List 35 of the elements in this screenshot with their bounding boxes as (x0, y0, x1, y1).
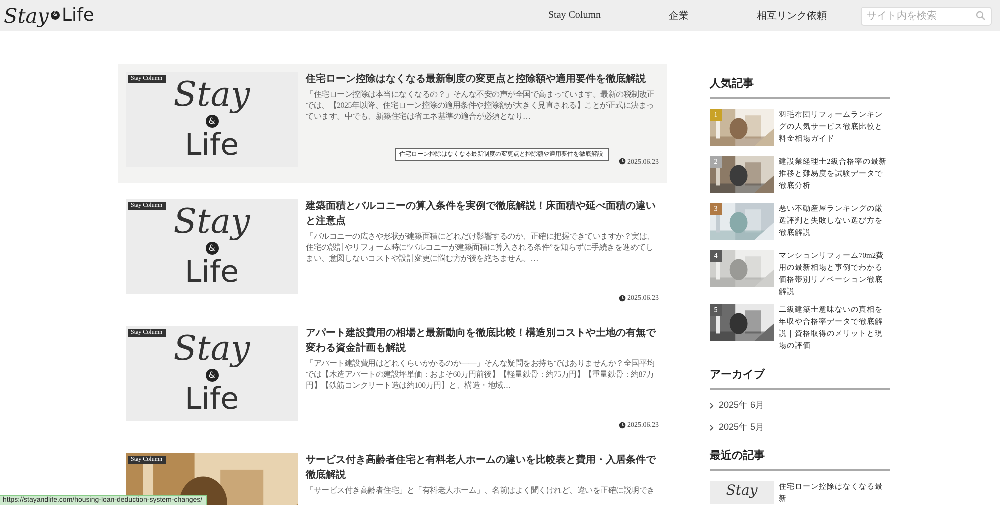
logo-ampersand: & (206, 242, 218, 255)
article-title[interactable]: サービス付き高齢者住宅と有料老人ホームの違いを比較表と費用・入居条件で徹底解説 (306, 453, 659, 483)
clock-icon (618, 422, 626, 428)
logo-text: Life (184, 385, 240, 415)
article-title[interactable]: アパート建設費用の相場と最新動向を徹底比較！構造別コストや土地の有無で変わる資金計画も解説 (306, 326, 659, 356)
thumbnail[interactable]: Stay (710, 481, 774, 504)
logo-text: Life (184, 258, 240, 288)
logo-text: Stay (174, 332, 250, 366)
article-excerpt: 「バルコニーの広さや形状が建築面積にどれだけ影響するのか、正確に把握できていますか？実は、住宅の設計やリフォーム時に“バルコニーが建築面積に算入される条件”を知らずに手続きを進めてしまい、意図しないコストや設計変更に悩む方が後を絶ちません。… (306, 231, 656, 264)
section-heading: アーカイブ (710, 367, 890, 390)
logo-text[interactable]: Life (62, 6, 94, 24)
article-excerpt: 「住宅ローン控除は本当になくなるの？」そんな不安の声が全国で高まっています。最新の税制改正では、【2025年以降、住宅ローン控除の適用条件や控除額が大きく見直される】ことが正式に決まっています。中でも、新築住宅は省エネ基準の適合が必須となり… (306, 89, 656, 122)
logo-text: Stay (174, 78, 250, 112)
section-heading: 最近の記事 (710, 448, 890, 471)
article-excerpt: 「アパート建設費用はどれくらいかかるのか――」そんな疑問をお持ちではありませんか？全国平均では【木造アパートの建設坪単価：およそ60万円前後】【軽量鉄骨：約75万円】【重量鉄骨：約87万円】【鉄筋コンクリート造は約100万円】と、構造・地域… (306, 358, 656, 391)
nav-link[interactable]: 相互リンク依頼 (723, 8, 861, 22)
nav-link[interactable]: 企業 (635, 8, 723, 22)
logo-text: Stay (174, 205, 250, 239)
article-card[interactable] (118, 64, 667, 183)
article-excerpt: 「サービス付き高齢者住宅」と「有料老人ホーム」、名前はよく聞くけれど、違いを正確に説明でき (306, 485, 656, 496)
logo-ampersand: & (206, 115, 218, 128)
archive-link[interactable]: 2025年 5月 (719, 421, 765, 434)
clock-icon (618, 158, 626, 165)
section-heading: 人気記事 (710, 76, 890, 99)
clock-icon (618, 294, 626, 302)
logo-text[interactable]: Stay (4, 6, 49, 26)
logo-ampersand: & (206, 369, 218, 382)
logo-text: Life (184, 131, 240, 161)
search-field[interactable]: サイト内を検索 (861, 7, 992, 26)
article-title[interactable]: 建築面積とバルコニーの算入条件を実例で徹底解説！床面積や延べ面積の違いと注意点 (306, 199, 659, 229)
article-title[interactable]: 住宅ローン控除はなくなる最新制度の変更点と控除額や適用要件を徹底解説 (306, 72, 659, 87)
nav-link[interactable]: Stay Column (514, 10, 635, 21)
archive-link[interactable]: 2025年 6月 (719, 399, 765, 412)
chevron-icon (710, 424, 714, 430)
chevron-icon (710, 402, 714, 408)
